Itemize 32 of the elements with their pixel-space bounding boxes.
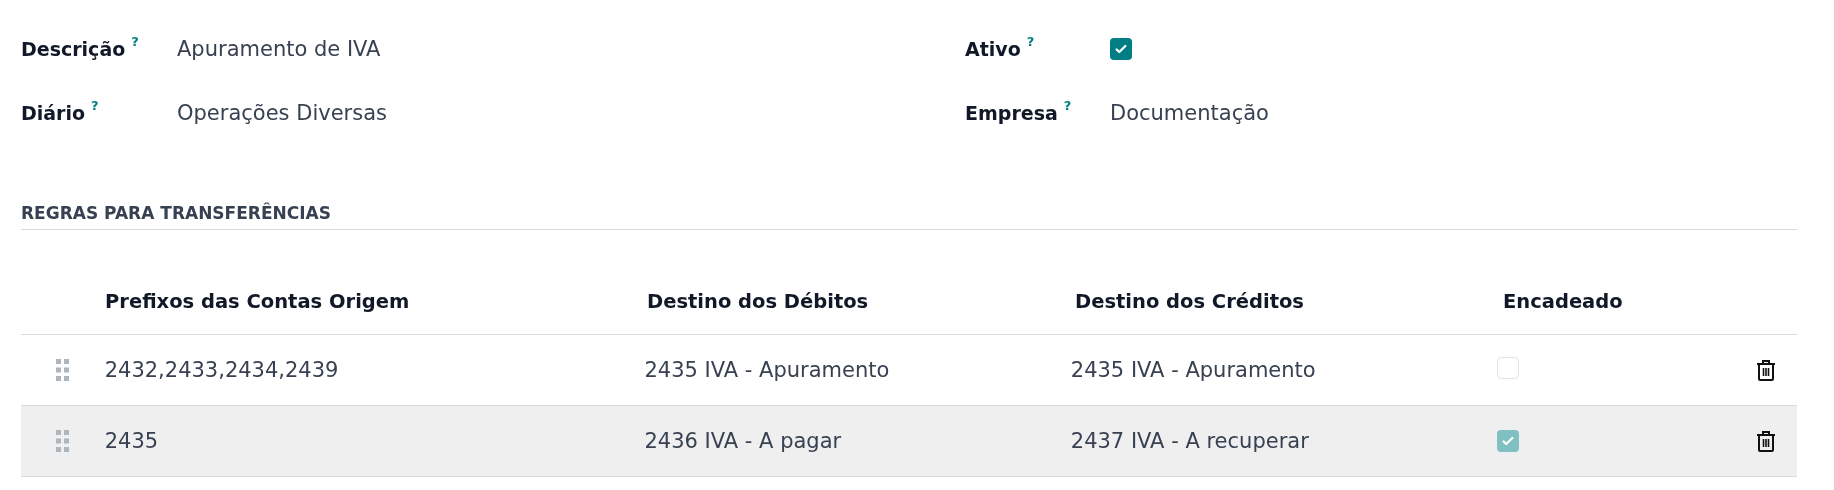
help-mark[interactable]: ? bbox=[1063, 98, 1072, 113]
checkbox[interactable] bbox=[1497, 356, 1520, 379]
drag-handle-icon[interactable] bbox=[56, 359, 70, 381]
check-icon bbox=[1114, 42, 1128, 56]
table-cell: 2435 bbox=[104, 429, 159, 453]
check-icon bbox=[1501, 434, 1516, 448]
field-label: Ativo bbox=[965, 38, 1021, 60]
table-cell: 2435 IVA - Apuramento bbox=[644, 358, 890, 382]
help-mark[interactable]: ? bbox=[1026, 34, 1035, 49]
help-mark[interactable]: ? bbox=[91, 98, 99, 113]
field-value: Apuramento de IVA bbox=[177, 37, 381, 61]
column-header[interactable]: Destino dos Débitos bbox=[647, 289, 869, 313]
table-cell: 2437 IVA - A recuperar bbox=[1070, 429, 1309, 453]
table-cell: 2435 IVA - Apuramento bbox=[1070, 358, 1316, 382]
section-title: REGRAS PARA TRANSFERÊNCIAS bbox=[21, 203, 331, 223]
field-label: Descrição bbox=[21, 38, 126, 60]
field-value: Documentação bbox=[1110, 101, 1269, 125]
column-header[interactable]: Prefixos das Contas Origem bbox=[105, 289, 410, 313]
table-cell: 2436 IVA - A pagar bbox=[644, 429, 842, 453]
highlighted-row[interactable]: 2435 2436 IVA - A pagar 2437 IVA - A recuperar bbox=[21, 406, 1797, 477]
column-header[interactable]: Encadeado bbox=[1503, 289, 1623, 313]
field-label: Empresa bbox=[965, 102, 1058, 124]
help-mark[interactable]: ? bbox=[131, 34, 139, 49]
drag-handle-icon[interactable] bbox=[56, 430, 70, 452]
trash-icon[interactable] bbox=[1756, 359, 1776, 381]
checkbox[interactable] bbox=[1497, 430, 1520, 452]
field-value: Operações Diversas bbox=[177, 101, 387, 125]
field-label: Diário bbox=[21, 102, 86, 124]
table-cell: 2432,2433,2434,2439 bbox=[104, 358, 339, 382]
trash-icon[interactable] bbox=[1756, 430, 1776, 452]
checkbox[interactable] bbox=[1110, 38, 1132, 60]
column-header[interactable]: Destino dos Créditos bbox=[1075, 289, 1304, 313]
